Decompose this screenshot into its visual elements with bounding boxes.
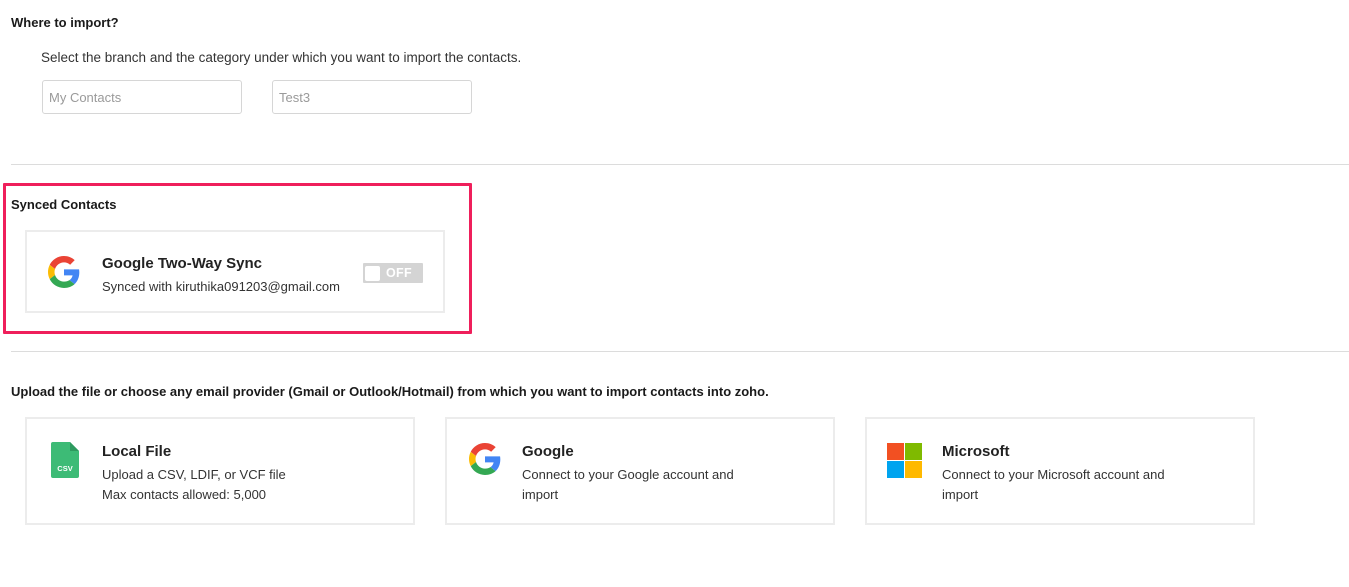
microsoft-import-desc-line2: import <box>942 487 979 502</box>
local-file-option[interactable]: CSV Local File Upload a CSV, LDIF, or VC… <box>25 417 415 525</box>
branch-select[interactable]: My Contacts <box>42 80 242 114</box>
local-file-limit: Max contacts allowed: 5,000 <box>102 487 267 502</box>
synced-contacts-heading: Synced Contacts <box>11 197 117 212</box>
local-file-formats: Upload a CSV, LDIF, or VCF file <box>102 467 286 482</box>
toggle-state-label: OFF <box>386 266 412 280</box>
upload-heading: Upload the file or choose any email prov… <box>11 384 769 399</box>
microsoft-icon-red <box>887 443 904 460</box>
google-sync-card: Google Two-Way Sync Synced with kiruthik… <box>25 230 445 313</box>
microsoft-icon-green <box>905 443 922 460</box>
google-icon <box>48 256 80 288</box>
microsoft-import-option[interactable]: Microsoft Connect to your Microsoft acco… <box>865 417 1255 525</box>
google-sync-toggle[interactable]: OFF <box>363 263 423 283</box>
local-file-title: Local File <box>102 443 172 460</box>
category-select-value: Test3 <box>279 89 311 105</box>
google-import-title: Google <box>522 443 574 460</box>
section-divider <box>11 351 1349 352</box>
google-import-desc-line2: import <box>522 487 559 502</box>
branch-select-value: My Contacts <box>49 89 122 105</box>
toggle-knob <box>365 265 380 281</box>
csv-icon-text: CSV <box>57 464 72 473</box>
microsoft-icon-yellow <box>905 461 922 478</box>
microsoft-icon <box>887 443 922 478</box>
section-divider <box>11 164 1349 165</box>
microsoft-import-desc-line1: Connect to your Microsoft account and <box>942 467 1165 482</box>
csv-file-icon: CSV <box>51 442 79 478</box>
google-sync-account: Synced with kiruthika091203@gmail.com <box>102 279 340 294</box>
category-select[interactable]: Test3 <box>272 80 472 114</box>
google-import-option[interactable]: Google Connect to your Google account an… <box>445 417 835 525</box>
google-icon <box>469 443 501 475</box>
google-import-desc-line1: Connect to your Google account and <box>522 467 734 482</box>
microsoft-icon-blue <box>887 461 904 478</box>
microsoft-import-title: Microsoft <box>942 443 1010 460</box>
google-sync-title: Google Two-Way Sync <box>102 255 263 272</box>
where-to-import-heading: Where to import? <box>11 15 119 30</box>
where-to-import-description: Select the branch and the category under… <box>41 50 522 65</box>
